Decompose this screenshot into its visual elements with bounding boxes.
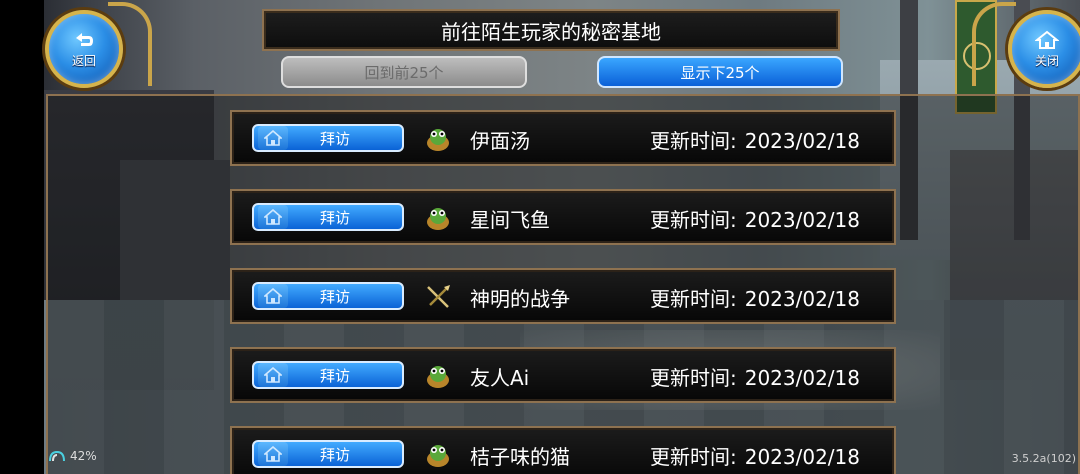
list-item: 拜访 神明的战争 更新时间: 2023/02/18	[230, 268, 896, 324]
back-arrow-icon	[76, 32, 93, 46]
update-date: 2023/02/18	[744, 287, 860, 311]
home-icon	[1035, 30, 1059, 49]
next-page-button[interactable]: 显示下25个	[597, 56, 843, 88]
update-time: 更新时间: 2023/02/18	[650, 441, 860, 470]
visit-label: 拜访	[319, 445, 350, 464]
update-time-label: 更新时间:	[649, 445, 737, 469]
update-time: 更新时间: 2023/02/18	[650, 283, 860, 312]
frog-pot-icon	[423, 440, 453, 470]
list-item: 拜访 友人Ai 更新时间: 2023/02/18	[230, 347, 896, 403]
back-button[interactable]: 返回	[45, 10, 123, 88]
home-icon	[258, 442, 288, 466]
screen-edge	[0, 0, 44, 474]
visit-label: 拜访	[319, 287, 350, 306]
player-name: 星间飞鱼	[470, 208, 550, 232]
home-icon	[258, 205, 288, 229]
update-time-label: 更新时间:	[649, 366, 737, 390]
sword-axe-icon	[423, 282, 453, 312]
close-label: 关闭	[1034, 53, 1059, 68]
prev-page-button[interactable]: 回到前25个	[281, 56, 527, 88]
visit-button[interactable]: 拜访	[252, 124, 404, 152]
update-time-label: 更新时间:	[649, 208, 737, 232]
version-label: 3.5.2a(102)	[1011, 452, 1076, 465]
player-name: 神明的战争	[470, 287, 570, 311]
update-time: 更新时间: 2023/02/18	[650, 204, 860, 233]
player-name: 桔子味的猫	[470, 445, 570, 469]
update-date: 2023/02/18	[744, 129, 860, 153]
visit-label: 拜访	[319, 208, 350, 227]
list-item: 拜访 伊面汤 更新时间: 2023/02/18	[230, 110, 896, 166]
battery-indicator: 42%	[48, 449, 97, 463]
frog-pot-icon	[423, 361, 453, 391]
home-icon	[258, 363, 288, 387]
update-time: 更新时间: 2023/02/18	[650, 125, 860, 154]
update-time-label: 更新时间:	[649, 287, 737, 311]
visit-button[interactable]: 拜访	[252, 203, 404, 231]
visit-button[interactable]: 拜访	[252, 361, 404, 389]
page-title-text: 前往陌生玩家的秘密基地	[441, 19, 661, 44]
update-time: 更新时间: 2023/02/18	[650, 362, 860, 391]
list-item: 拜访 桔子味的猫 更新时间: 2023/02/18	[230, 426, 896, 474]
player-name: 伊面汤	[470, 129, 530, 153]
back-label: 返回	[71, 53, 96, 68]
battery-percent: 42%	[70, 449, 97, 463]
update-date: 2023/02/18	[744, 366, 860, 390]
prev-page-label: 回到前25个	[364, 63, 444, 82]
home-icon	[258, 126, 288, 150]
update-date: 2023/02/18	[744, 208, 860, 232]
visit-button[interactable]: 拜访	[252, 440, 404, 468]
base-list-panel: 拜访 伊面汤 更新时间: 2023/02/18 拜访 星间飞鱼 更新时间: 20…	[46, 94, 1080, 474]
visit-label: 拜访	[319, 366, 350, 385]
frog-pot-icon	[423, 124, 453, 154]
visit-button[interactable]: 拜访	[252, 282, 404, 310]
game-scene: 拜访 伊面汤 更新时间: 2023/02/18 拜访 星间飞鱼 更新时间: 20…	[0, 0, 1080, 474]
page-title: 前往陌生玩家的秘密基地	[262, 9, 840, 51]
player-name: 友人Ai	[470, 366, 530, 390]
frog-pot-icon	[423, 203, 453, 233]
list-item: 拜访 星间飞鱼 更新时间: 2023/02/18	[230, 189, 896, 245]
update-time-label: 更新时间:	[649, 129, 737, 153]
battery-icon	[49, 450, 65, 462]
home-icon	[258, 284, 288, 308]
close-button[interactable]: 关闭	[1008, 10, 1080, 88]
next-page-label: 显示下25个	[680, 63, 760, 82]
update-date: 2023/02/18	[744, 445, 860, 469]
visit-label: 拜访	[319, 129, 350, 148]
